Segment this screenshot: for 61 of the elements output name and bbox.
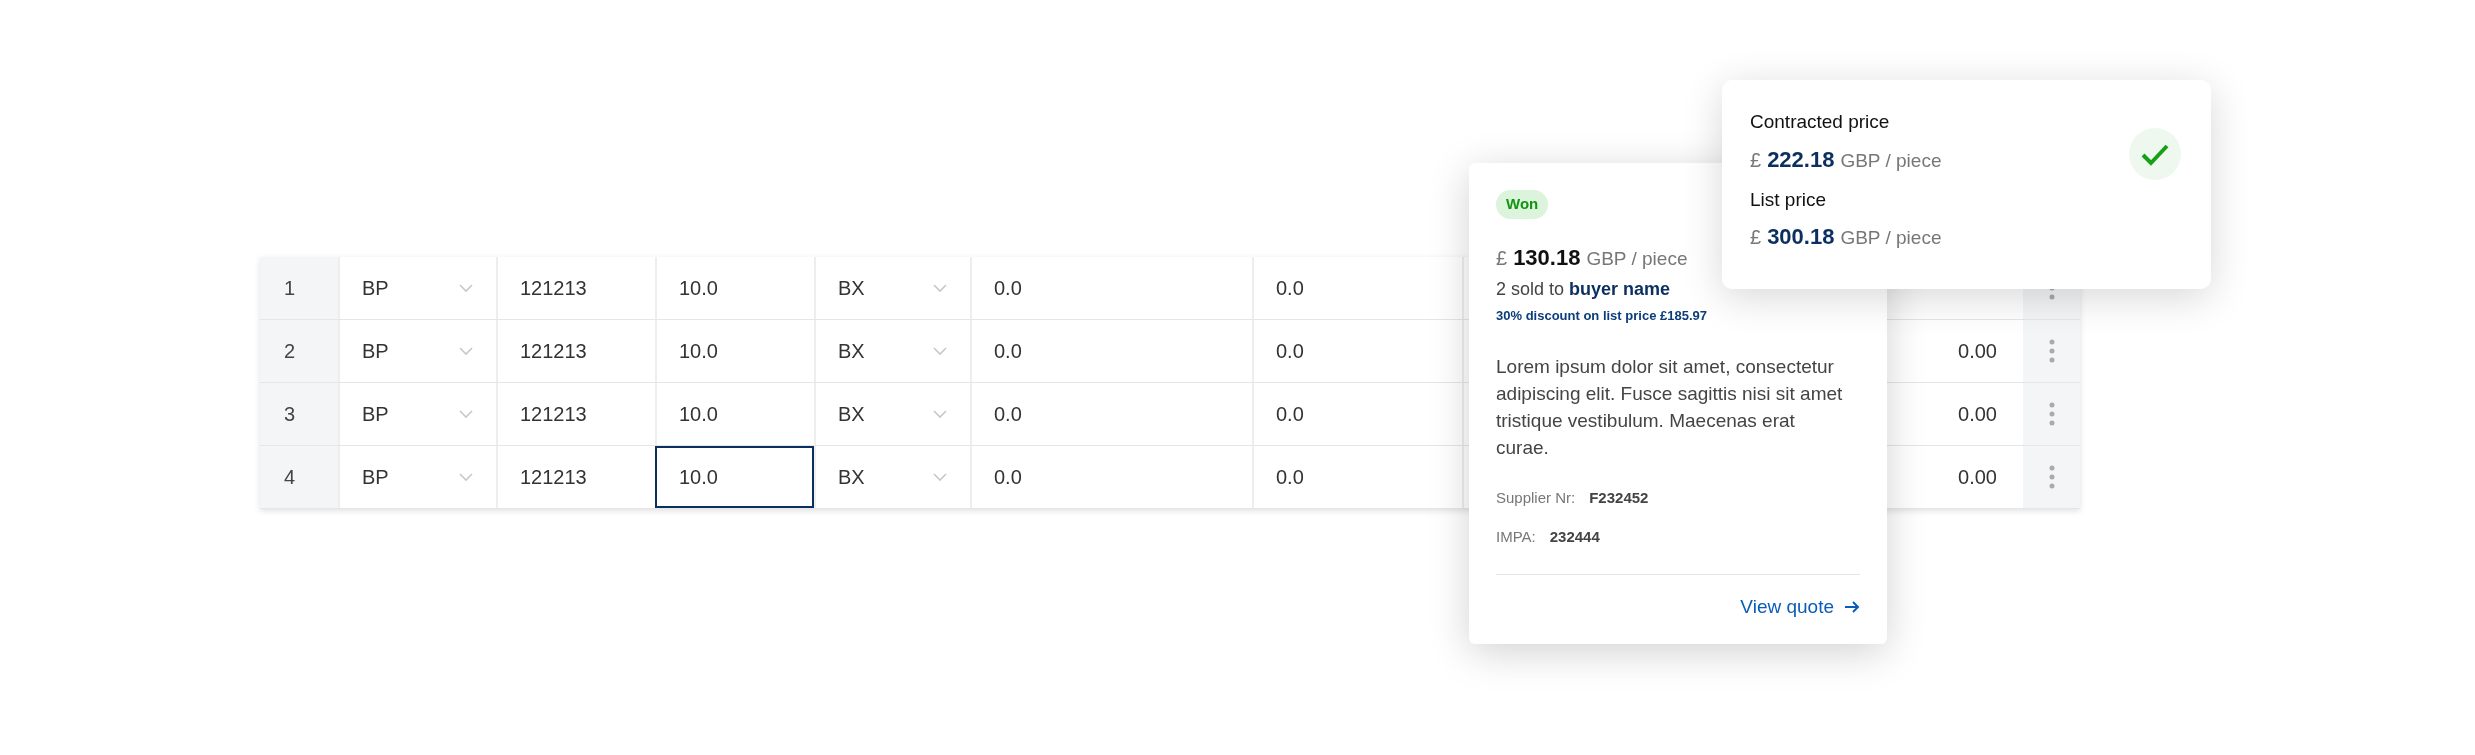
table-cell: 0.0 — [1252, 446, 1462, 508]
code-field[interactable]: 121213 — [496, 446, 655, 508]
table-cell: 0.0 — [970, 320, 1252, 382]
price-amount: 222.18 — [1767, 145, 1835, 174]
unit-select[interactable]: BP — [338, 383, 496, 445]
price-amount: 300.18 — [1767, 223, 1835, 251]
quantity-field[interactable]: 10.0 — [655, 383, 814, 445]
detail-label: Supplier Nr: — [1496, 488, 1576, 508]
table-cell: 0.0 — [970, 257, 1252, 319]
pack-select[interactable]: BX — [814, 320, 970, 382]
price-amount: 130.18 — [1513, 243, 1581, 272]
status-badge: Won — [1496, 190, 1549, 219]
view-quote-link[interactable]: View quote — [1740, 593, 1860, 622]
price-label: List price — [1750, 187, 1828, 212]
unit-select[interactable]: BP — [338, 446, 496, 508]
detail-value: F232452 — [1589, 488, 1649, 508]
more-options-button[interactable] — [2023, 383, 2080, 445]
price-unit: GBP / piece — [1840, 226, 1942, 250]
arrow-right-icon — [1844, 600, 1860, 615]
table-cell: 0.0 — [1252, 257, 1462, 319]
more-icon — [2048, 339, 2055, 363]
row-number: 3 — [260, 383, 338, 445]
table-cell: 0.0 — [970, 383, 1252, 445]
more-options-button[interactable] — [2023, 446, 2080, 508]
detail-label: IMPA: — [1496, 526, 1536, 547]
code-field[interactable]: 121213 — [496, 257, 655, 319]
quantity-field[interactable]: 10.0 — [655, 446, 814, 508]
pack-select[interactable]: BX — [814, 446, 970, 508]
chevron-down-icon — [932, 472, 948, 482]
chevron-down-icon — [458, 409, 474, 419]
currency-symbol: £ — [1750, 225, 1762, 250]
unit-select[interactable]: BP — [338, 257, 496, 319]
unit-select[interactable]: BP — [338, 320, 496, 382]
price-unit: GBP / piece — [1586, 246, 1688, 271]
quantity-field[interactable]: 10.0 — [655, 320, 814, 382]
currency-symbol: £ — [1496, 245, 1508, 271]
price-unit: GBP / piece — [1840, 148, 1942, 173]
chevron-down-icon — [932, 346, 948, 356]
table-cell: 0.0 — [970, 446, 1252, 508]
chevron-down-icon — [932, 283, 948, 293]
more-icon — [2048, 402, 2055, 426]
table-cell: 0.0 — [1252, 383, 1462, 445]
row-number: 1 — [260, 257, 338, 319]
chevron-down-icon — [458, 346, 474, 356]
sold-text: 2 sold to buyer name — [1496, 277, 1672, 301]
more-icon — [2048, 465, 2055, 489]
more-options-button[interactable] — [2023, 320, 2080, 382]
code-field[interactable]: 121213 — [496, 383, 655, 445]
chevron-down-icon — [458, 472, 474, 482]
row-number: 4 — [260, 446, 338, 508]
pack-select[interactable]: BX — [814, 383, 970, 445]
row-number: 2 — [260, 320, 338, 382]
pack-select[interactable]: BX — [814, 257, 970, 319]
chevron-down-icon — [932, 409, 948, 419]
code-field[interactable]: 121213 — [496, 320, 655, 382]
quantity-field[interactable]: 10.0 — [655, 257, 814, 319]
currency-symbol: £ — [1750, 147, 1762, 173]
price-label: Contracted price — [1750, 110, 1891, 134]
table-cell: 0.0 — [1252, 320, 1462, 382]
detail-value: 232444 — [1549, 526, 1600, 547]
chevron-down-icon — [458, 283, 474, 293]
